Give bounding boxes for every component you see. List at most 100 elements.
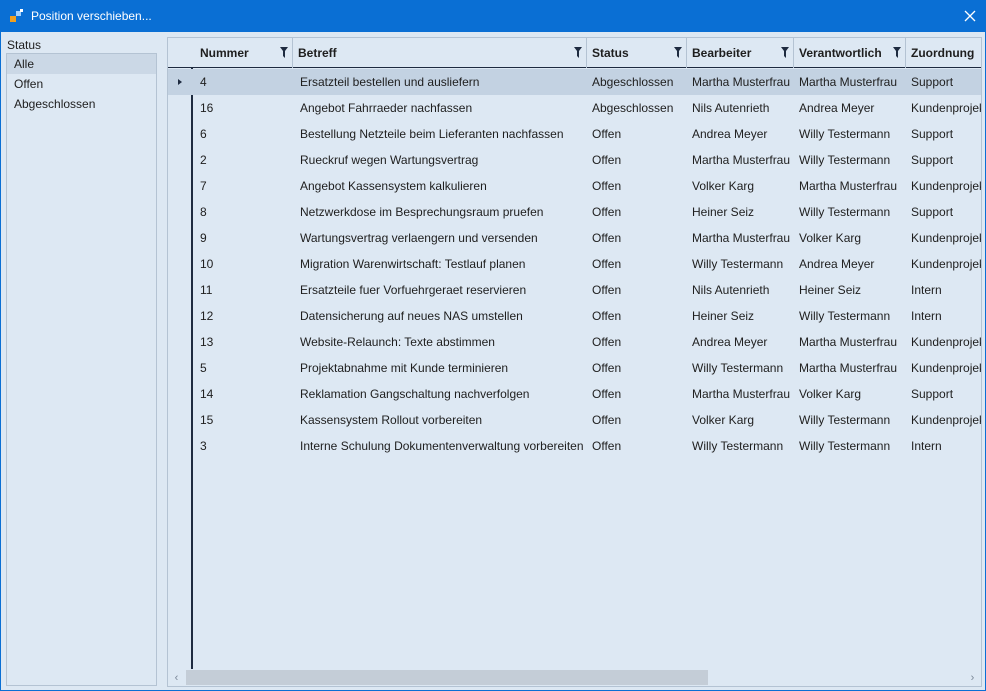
column-header-zuordnung[interactable]: Zuordnung: [906, 38, 981, 68]
status-item-alle[interactable]: Alle: [7, 54, 156, 74]
chevron-right-icon[interactable]: ›: [964, 669, 981, 686]
table-row[interactable]: 16 Angebot Fahrraeder nachfassen Abgeschlo…: [168, 95, 982, 121]
cell-status: Abgeschlossen: [592, 75, 674, 89]
cell-betreff: Interne Schulung Dokumentenverwaltung vo…: [300, 439, 584, 453]
cell-betreff: Reklamation Gangschaltung nachverfolgen: [300, 387, 530, 401]
chevron-left-icon[interactable]: ‹: [168, 669, 185, 686]
cell-verantwortlich: Andrea Meyer: [799, 257, 875, 271]
filter-icon[interactable]: [893, 47, 901, 58]
cell-nummer: 6: [200, 127, 207, 141]
cell-status: Offen: [592, 335, 622, 349]
cell-nummer: 8: [200, 205, 207, 219]
cell-betreff: Wartungsvertrag verlaengern und versende…: [300, 231, 538, 245]
row-indicator-icon: [178, 79, 182, 85]
title-bar: Position verschieben...: [0, 0, 986, 32]
cell-zuordnung: Intern: [911, 283, 942, 297]
cell-zuordnung: Kundenprojekt: [911, 361, 982, 375]
cell-verantwortlich: Martha Musterfrau: [799, 179, 898, 193]
table-row[interactable]: 2 Rueckruf wegen Wartungsvertrag Offen Mart…: [168, 147, 981, 173]
cell-nummer: 10: [200, 257, 214, 271]
table-row[interactable]: 9 Wartungsvertrag verlaengern und versend…: [168, 225, 981, 251]
cell-status: Abgeschlossen: [592, 101, 674, 115]
column-header-status[interactable]: Status: [587, 38, 687, 68]
table-row[interactable]: 11 Ersatzteile fuer Vorfuehrgeraet reserv…: [168, 277, 981, 303]
status-item-abgeschlossen[interactable]: Abgeschlossen: [7, 94, 156, 114]
table-row[interactable]: 3 Interne Schulung Dokumentenverwaltung v…: [168, 433, 981, 459]
cell-verantwortlich: Martha Musterfrau: [799, 361, 898, 375]
window-title: Position verschieben...: [31, 9, 152, 23]
cell-status: Offen: [592, 127, 622, 141]
cell-zuordnung: Kundenprojekt: [911, 101, 982, 115]
cell-zuordnung: Support: [911, 387, 954, 401]
cell-betreff: Angebot Fahrraeder nachfassen: [300, 101, 473, 115]
cell-zuordnung: Kundenprojekt: [911, 257, 982, 271]
cell-bearbeiter: Andrea Meyer: [692, 335, 768, 349]
status-list[interactable]: Alle Offen Abgeschlossen: [6, 53, 157, 686]
cell-betreff: Rueckruf wegen Wartungsvertrag: [300, 153, 479, 167]
app-icon: [9, 8, 25, 24]
grid-header: Nummer Betreff Status Bearbeiter Verantw…: [168, 38, 981, 68]
filter-icon[interactable]: [781, 47, 789, 58]
cell-zuordnung: Support: [911, 153, 954, 167]
filter-icon[interactable]: [574, 47, 582, 58]
cell-nummer: 13: [200, 335, 214, 349]
cell-verantwortlich: Willy Testermann: [799, 413, 891, 427]
table-row[interactable]: 14 Reklamation Gangschaltung nachverfolge…: [168, 381, 981, 407]
table-row[interactable]: 7 Angebot Kassensystem kalkulieren Offen Vo…: [168, 173, 981, 199]
scrollbar-thumb[interactable]: [186, 670, 708, 685]
table-row[interactable]: 4 Ersatzteil bestellen und ausliefern Abge…: [168, 69, 981, 95]
cell-verantwortlich: Volker Karg: [799, 231, 862, 245]
status-item-offen[interactable]: Offen: [7, 74, 156, 94]
cell-betreff: Ersatzteile fuer Vorfuehrgeraet reservie…: [300, 283, 527, 297]
cell-bearbeiter: Willy Testermann: [692, 257, 784, 271]
table-row[interactable]: 10 Migration Warenwirtschaft: Testlauf pl…: [168, 251, 982, 277]
cell-nummer: 4: [200, 75, 207, 89]
cell-status: Offen: [592, 231, 622, 245]
table-row[interactable]: 8 Netzwerkdose im Besprechungsraum pruefe…: [168, 199, 981, 225]
cell-bearbeiter: Nils Autenrieth: [692, 101, 770, 115]
cell-status: Offen: [592, 361, 622, 375]
cell-nummer: 9: [200, 231, 207, 245]
column-label-bearbeiter: Bearbeiter: [692, 46, 752, 60]
table-row[interactable]: 12 Datensicherung auf neues NAS umstellen…: [168, 303, 981, 329]
cell-nummer: 3: [200, 439, 207, 453]
column-label-nummer: Nummer: [200, 46, 249, 60]
cell-betreff: Bestellung Netzteile beim Lieferanten na…: [300, 127, 564, 141]
cell-status: Offen: [592, 179, 622, 193]
cell-zuordnung: Kundenprojekt: [911, 413, 982, 427]
column-header-betreff[interactable]: Betreff: [293, 38, 587, 68]
cell-verantwortlich: Heiner Seiz: [799, 283, 862, 297]
cell-nummer: 5: [200, 361, 207, 375]
cell-nummer: 15: [200, 413, 214, 427]
grid-rows: 4 Ersatzteil bestellen und ausliefern Abge…: [168, 69, 982, 459]
filter-icon[interactable]: [674, 47, 682, 58]
cell-verantwortlich: Andrea Meyer: [799, 101, 875, 115]
filter-icon[interactable]: [280, 47, 288, 58]
cell-bearbeiter: Martha Musterfrau: [692, 75, 791, 89]
cell-nummer: 7: [200, 179, 207, 193]
cell-nummer: 2: [200, 153, 207, 167]
cell-verantwortlich: Willy Testermann: [799, 127, 891, 141]
column-header-verantwortlich[interactable]: Verantwortlich: [794, 38, 906, 68]
table-row[interactable]: 13 Website-Relaunch: Texte abstimmen Offen…: [168, 329, 981, 355]
horizontal-scrollbar[interactable]: ‹ ›: [168, 669, 981, 686]
cell-zuordnung: Intern: [911, 439, 942, 453]
close-button[interactable]: [954, 0, 986, 32]
cell-bearbeiter: Nils Autenrieth: [692, 283, 770, 297]
cell-betreff: Kassensystem Rollout vorbereiten: [300, 413, 483, 427]
cell-verantwortlich: Willy Testermann: [799, 205, 891, 219]
cell-betreff: Datensicherung auf neues NAS umstellen: [300, 309, 523, 323]
table-row[interactable]: 15 Kassensystem Rollout vorbereiten Offen V…: [168, 407, 982, 433]
table-row[interactable]: 6 Bestellung Netzteile beim Lieferanten n…: [168, 121, 981, 147]
column-label-betreff: Betreff: [298, 46, 337, 60]
cell-verantwortlich: Willy Testermann: [799, 309, 891, 323]
column-header-bearbeiter[interactable]: Bearbeiter: [687, 38, 794, 68]
table-row[interactable]: 5 Projektabnahme mit Kunde terminieren Off…: [168, 355, 982, 381]
dialog-body: Status Alle Offen Abgeschlossen Nummer B…: [0, 32, 986, 691]
column-header-nummer[interactable]: Nummer: [195, 38, 293, 68]
cell-bearbeiter: Heiner Seiz: [692, 309, 755, 323]
cell-bearbeiter: Heiner Seiz: [692, 205, 755, 219]
cell-status: Offen: [592, 439, 622, 453]
cell-status: Offen: [592, 309, 622, 323]
cell-zuordnung: Support: [911, 205, 954, 219]
